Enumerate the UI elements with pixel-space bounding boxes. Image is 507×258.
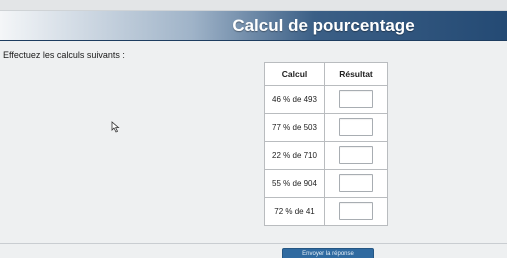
result-input[interactable] xyxy=(339,145,373,164)
submit-answer-button[interactable]: Envoyer la réponse xyxy=(282,248,374,258)
calcul-cell: 77 % de 503 xyxy=(264,113,325,142)
table-row: 72 % de 41 xyxy=(264,197,388,226)
calcul-cell: 46 % de 493 xyxy=(264,85,325,114)
result-input[interactable] xyxy=(339,117,373,136)
column-header-calcul: Calcul xyxy=(264,62,325,86)
result-cell xyxy=(324,169,388,198)
calcul-cell: 22 % de 710 xyxy=(264,141,325,170)
result-cell xyxy=(324,113,388,142)
browser-top-strip xyxy=(0,0,507,11)
calcul-cell: 72 % de 41 xyxy=(264,197,325,226)
result-input[interactable] xyxy=(339,89,373,108)
result-input[interactable] xyxy=(339,201,373,220)
table-row: 77 % de 503 xyxy=(264,113,388,142)
percentage-table: Calcul Résultat 46 % de 493 77 % de 503 … xyxy=(264,62,388,226)
result-cell xyxy=(324,197,388,226)
instructions-text: Effectuez les calculs suivants : xyxy=(3,50,125,60)
table-row: 55 % de 904 xyxy=(264,169,388,198)
table-row: 46 % de 493 xyxy=(264,85,388,114)
mouse-pointer-icon xyxy=(111,121,120,133)
result-cell xyxy=(324,85,388,114)
table-header-row: Calcul Résultat xyxy=(264,62,388,86)
column-header-resultat: Résultat xyxy=(324,62,388,86)
result-cell xyxy=(324,141,388,170)
divider xyxy=(0,243,507,244)
table-row: 22 % de 710 xyxy=(264,141,388,170)
result-input[interactable] xyxy=(339,173,373,192)
calcul-cell: 55 % de 904 xyxy=(264,169,325,198)
page-title: Calcul de pourcentage xyxy=(232,16,415,35)
